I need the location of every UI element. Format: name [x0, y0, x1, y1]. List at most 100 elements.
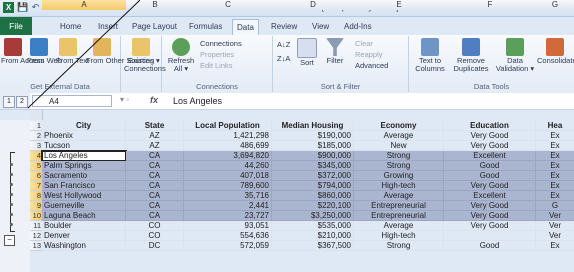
cell-education[interactable]: Good — [444, 241, 536, 251]
cell-housing[interactable]: $794,000 — [272, 181, 354, 191]
tab-insert[interactable]: Insert — [94, 19, 122, 34]
connections-button[interactable]: Connections — [200, 39, 242, 48]
tab-data[interactable]: Data — [232, 19, 259, 35]
cell-housing[interactable]: $900,000 — [272, 151, 354, 161]
row-header[interactable]: 2 — [30, 131, 42, 141]
cell-city[interactable]: Laguna Beach — [42, 211, 126, 221]
cell-city[interactable]: Denver — [42, 231, 126, 241]
column-header-e[interactable]: E — [354, 0, 445, 10]
cell-economy[interactable]: New — [354, 141, 444, 151]
cell-housing[interactable]: $367,500 — [272, 241, 354, 251]
cell-city[interactable]: San Francisco — [42, 181, 126, 191]
sort-button[interactable]: Sort — [295, 38, 319, 67]
column-header-a[interactable]: A — [42, 0, 127, 10]
insert-function-icon[interactable]: fx — [150, 95, 158, 105]
cell-economy[interactable]: Average — [354, 191, 444, 201]
sort-za-icon[interactable]: Z↓A — [277, 54, 290, 63]
cell-housing[interactable]: $220,100 — [272, 201, 354, 211]
cell-health[interactable]: Ex — [536, 171, 574, 181]
cell-state[interactable]: AZ — [126, 141, 184, 151]
cell-housing[interactable]: $190,000 — [272, 131, 354, 141]
outline-level-1-button[interactable]: 1 — [3, 96, 15, 108]
cell-education[interactable]: Very Good — [444, 131, 536, 141]
row-header[interactable]: 4 — [30, 151, 42, 161]
row-header[interactable]: 11 — [30, 221, 42, 231]
header-state[interactable]: State — [126, 121, 184, 131]
cell-education[interactable]: Very Good — [444, 201, 536, 211]
cell-education[interactable]: Very Good — [444, 211, 536, 221]
cell-education[interactable]: Very Good — [444, 221, 536, 231]
remove-duplicates-button[interactable]: Remove Duplicates — [451, 38, 491, 73]
cell-housing[interactable]: $535,000 — [272, 221, 354, 231]
row-header[interactable]: 8 — [30, 191, 42, 201]
excel-logo-icon[interactable]: X — [3, 2, 14, 13]
row-header[interactable]: 10 — [30, 211, 42, 221]
cell-education[interactable]: Excellent — [444, 191, 536, 201]
column-header-g[interactable]: G — [536, 0, 574, 10]
cell-economy[interactable]: Strong — [354, 161, 444, 171]
cell-state[interactable]: CA — [126, 171, 184, 181]
tab-review[interactable]: Review — [267, 19, 301, 34]
header-education[interactable]: Education — [444, 121, 536, 131]
sort-az-icon[interactable]: A↓Z — [277, 40, 290, 49]
column-header-d[interactable]: D — [272, 0, 355, 10]
reapply-button[interactable]: Reapply — [355, 50, 383, 59]
tab-add-ins[interactable]: Add-Ins — [340, 19, 376, 34]
data-validation-button[interactable]: Data Validation ▾ — [495, 38, 535, 73]
filter-button[interactable]: Filter — [323, 38, 347, 65]
row-header[interactable]: 13 — [30, 241, 42, 251]
cell-education[interactable]: Very Good — [444, 181, 536, 191]
cell-housing[interactable]: $3,250,000 — [272, 211, 354, 221]
consolidate-button[interactable]: Consolidate — [537, 38, 574, 65]
select-all-corner[interactable] — [30, 110, 43, 120]
from-web-button[interactable]: From Web — [27, 38, 62, 65]
cell-city[interactable]: Boulder — [42, 221, 126, 231]
cell-state[interactable]: CA — [126, 201, 184, 211]
clear-button[interactable]: Clear — [355, 39, 373, 48]
formula-input[interactable]: Los Angeles — [173, 95, 222, 107]
cell-education[interactable]: Very Good — [444, 141, 536, 151]
row-header[interactable]: 7 — [30, 181, 42, 191]
cell-health[interactable]: Ex — [536, 181, 574, 191]
cell-city[interactable]: Phoenix — [42, 131, 126, 141]
refresh-all-button[interactable]: Refresh All ▾ — [166, 38, 196, 73]
cell-health[interactable]: G — [536, 201, 574, 211]
cell-economy[interactable]: Strong — [354, 241, 444, 251]
cell-population[interactable]: 93,051 — [184, 221, 272, 231]
cell-city[interactable]: Tucson — [42, 141, 126, 151]
row-header[interactable]: 3 — [30, 141, 42, 151]
cell-population[interactable]: 407,018 — [184, 171, 272, 181]
header-local-population[interactable]: Local Population — [184, 121, 272, 131]
cell-state[interactable]: CA — [126, 211, 184, 221]
tab-view[interactable]: View — [308, 19, 333, 34]
from-other-sources-button[interactable]: From Other Sources ▾ — [86, 38, 160, 65]
properties-button[interactable]: Properties — [200, 50, 234, 59]
cell-housing[interactable]: $185,000 — [272, 141, 354, 151]
cell-housing[interactable]: $210,000 — [272, 231, 354, 241]
cell-city[interactable]: Guerneville — [42, 201, 126, 211]
from-access-button[interactable]: From Access — [1, 38, 44, 65]
cell-city[interactable]: Los Angeles — [41, 150, 127, 162]
row-header[interactable]: 5 — [30, 161, 42, 171]
cell-economy[interactable]: High-tech — [354, 231, 444, 241]
cell-state[interactable]: CA — [126, 151, 184, 161]
cell-city[interactable]: West Hollywood — [42, 191, 126, 201]
cell-state[interactable]: CO — [126, 221, 184, 231]
cell-city[interactable]: Palm Springs — [42, 161, 126, 171]
cell-health[interactable]: Ex — [536, 161, 574, 171]
cell-city[interactable]: Washington — [42, 241, 126, 251]
outline-level-2-button[interactable]: 2 — [16, 96, 28, 108]
cell-education[interactable]: Good — [444, 161, 536, 171]
cell-economy[interactable]: Entrepreneurial — [354, 211, 444, 221]
tab-home[interactable]: Home — [56, 19, 85, 34]
collapse-group-button[interactable]: − — [4, 235, 15, 246]
cell-city[interactable]: Sacramento — [42, 171, 126, 181]
cell-population[interactable]: 35,716 — [184, 191, 272, 201]
column-header-f[interactable]: F — [444, 0, 537, 10]
row-header[interactable]: 6 — [30, 171, 42, 181]
cell-population[interactable]: 1,421,298 — [184, 131, 272, 141]
row-header[interactable]: 12 — [30, 231, 42, 241]
cell-population[interactable]: 572,059 — [184, 241, 272, 251]
tab-file[interactable]: File — [0, 17, 32, 35]
cell-state[interactable]: CO — [126, 231, 184, 241]
